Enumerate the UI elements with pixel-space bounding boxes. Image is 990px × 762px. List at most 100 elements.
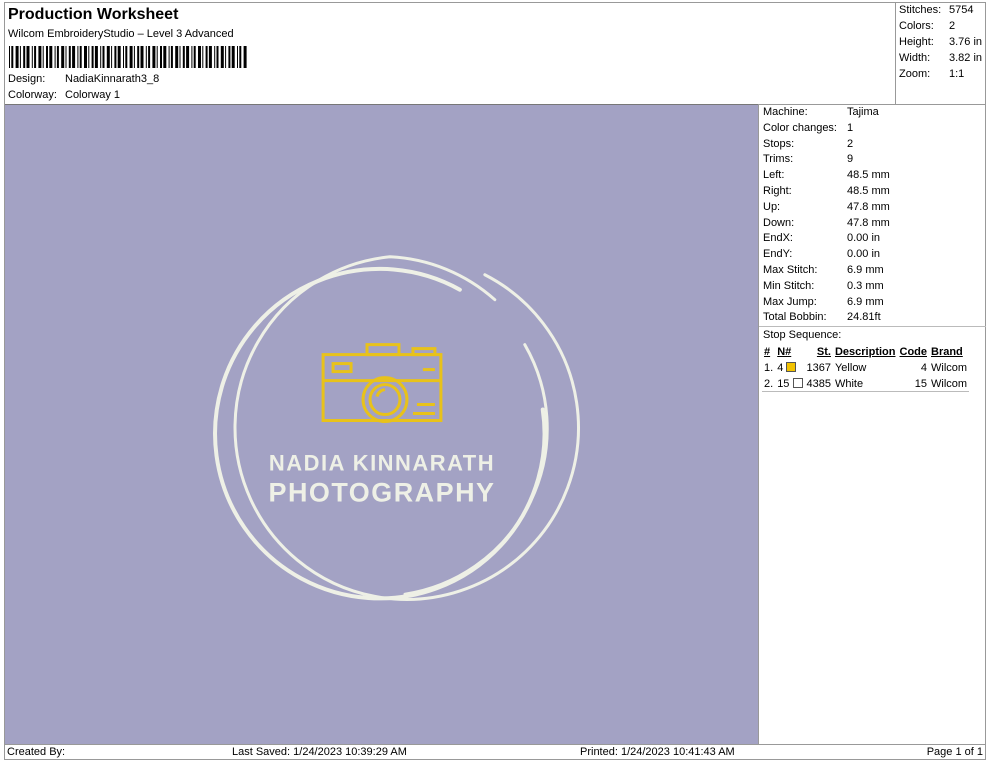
barcode-bar (152, 46, 156, 68)
barcode-bar (225, 46, 227, 68)
barcode-bar (94, 46, 98, 68)
barcode-bar (125, 46, 128, 68)
barcode-bar (79, 46, 82, 68)
printed-date: Printed: 1/24/2023 10:41:43 AM (580, 746, 735, 758)
info-value: 6.9 mm (847, 295, 884, 308)
barcode-bar (34, 46, 37, 68)
created-by: Created By: (7, 746, 66, 758)
stat-row: Colors: 2 (896, 18, 986, 34)
barcode-bar (106, 46, 110, 68)
barcode-bar (114, 46, 117, 68)
barcode-bar (123, 46, 124, 68)
barcode-bar (102, 46, 105, 68)
column-header: Brand (931, 345, 963, 358)
info-value: 48.5 mm (847, 184, 890, 197)
needle-value: 15 (777, 377, 790, 390)
info-row: Max Stitch: 6.9 mm (759, 263, 986, 279)
barcode-bar (26, 46, 30, 68)
barcode-bar (65, 46, 67, 68)
color-description: White (834, 377, 864, 390)
info-row: Stops: 2 (759, 137, 986, 153)
stop-sequence: Stop Sequence: # N# St. Description Code Bran… (759, 326, 986, 393)
stitch-count: 1367 (806, 361, 831, 374)
stop-sequence-table: # N# St. Description Code Brand 1. 4 1367 Yello… (762, 344, 970, 393)
worksheet-header: Production Worksheet Wilcom EmbroiderySt… (4, 2, 895, 104)
info-label: Right: (763, 184, 792, 197)
barcode-bar (214, 46, 216, 68)
info-label: Total Bobbin: (763, 311, 827, 324)
stat-row: Stitches: 5754 (896, 2, 986, 18)
stat-value: 3.82 in (949, 52, 983, 64)
design-name-row: Design: NadiaKinnarath3_8 (8, 73, 159, 85)
color-swatch (786, 361, 797, 372)
info-value: 2 (847, 137, 854, 150)
info-row: Max Jump: 6.9 mm (759, 295, 986, 311)
barcode-bar (186, 46, 190, 68)
info-value: Tajima (847, 106, 879, 118)
barcode-bar (100, 46, 102, 68)
info-value: 48.5 mm (847, 169, 890, 182)
info-value: 6.9 mm (847, 263, 884, 276)
design-value: NadiaKinnarath3_8 (65, 73, 160, 85)
needle-number: 4 (775, 360, 804, 376)
barcode-bar (163, 46, 167, 68)
barcode-bar (160, 46, 162, 68)
barcode-bar (46, 46, 48, 68)
info-label: Trims: (763, 153, 794, 166)
barcode-bar (216, 46, 219, 68)
info-label: Max Jump: (763, 295, 817, 308)
info-value: 9 (847, 153, 854, 166)
barcode-bar (77, 46, 79, 68)
barcode-bar (202, 46, 204, 68)
info-label: Up: (763, 200, 781, 213)
page-number: Page 1 of 1 (926, 746, 983, 758)
info-row: Min Stitch: 0.3 mm (759, 279, 986, 295)
column-header: Description (834, 345, 896, 358)
table-row: 2. 15 4385 White 15 Wilcom (762, 376, 969, 392)
stitch-count: 4385 (806, 377, 831, 390)
info-value: 1 (847, 121, 854, 134)
info-label: EndX: (763, 232, 793, 245)
column-header: Code (899, 345, 928, 358)
info-label: Max Stitch: (763, 263, 818, 276)
barcode-bar (111, 46, 113, 68)
color-swatch (792, 377, 803, 388)
barcode-bar (137, 46, 140, 68)
inner-ring (233, 255, 580, 601)
colorway-label: Colorway: (8, 89, 57, 101)
column-header: St. (816, 345, 831, 358)
barcode-bar (179, 46, 181, 68)
barcode-bar (191, 46, 193, 68)
info-label: Left: (763, 169, 785, 182)
barcode-bar (170, 46, 173, 68)
software-name: Wilcom EmbroideryStudio – Level 3 Advanc… (8, 28, 234, 40)
info-label: Min Stitch: (763, 279, 815, 292)
info-value: 24.81ft (847, 311, 881, 324)
info-value: 0.00 in (847, 248, 881, 261)
barcode-bar (19, 46, 21, 68)
stat-label: Zoom: (899, 68, 931, 80)
barcode-bar (133, 46, 135, 68)
page-title: Production Worksheet (8, 6, 179, 23)
barcode-bar (72, 46, 76, 68)
barcode-bar (208, 46, 212, 68)
colorway-row: Colorway: Colorway 1 (8, 89, 120, 101)
design-stats: Stitches: 5754 Colors: 2 Height: 3.76 in Width… (895, 2, 986, 104)
stop-index: 1. (764, 361, 774, 374)
info-label: Machine: (763, 106, 808, 118)
barcode-bar (54, 46, 56, 68)
stat-row: Width: 3.82 in (896, 50, 986, 66)
machine-info-panel: Machine: Tajima Color changes: 1 Stops: 2 Trim… (758, 104, 986, 744)
barcode-bar (182, 46, 185, 68)
info-value: 47.8 mm (847, 200, 890, 213)
design-preview: NADIA KINNARATH PHOTOGRAPHY (5, 104, 758, 744)
barcode-bar (88, 46, 90, 68)
machine-info-list: Machine: Tajima Color changes: 1 Stops: 2 Trim… (759, 105, 986, 326)
barcode-bar (156, 46, 158, 68)
stat-value: 5754 (949, 4, 974, 16)
info-value: 47.8 mm (847, 216, 890, 229)
info-label: EndY: (763, 248, 793, 261)
info-value: 0.3 mm (847, 279, 884, 292)
barcode-bar (84, 46, 87, 68)
barcode-bar (175, 46, 179, 68)
